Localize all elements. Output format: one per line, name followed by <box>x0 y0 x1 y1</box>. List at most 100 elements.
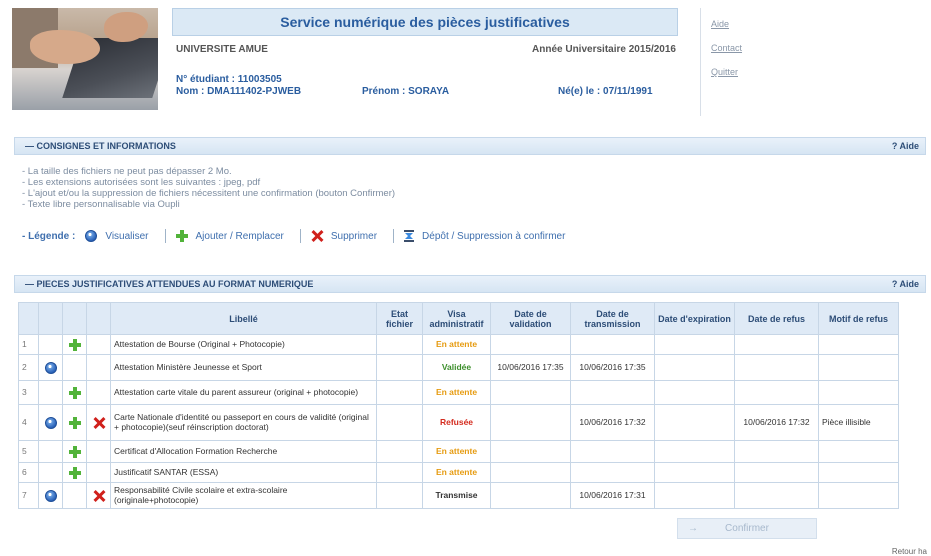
row-etat <box>376 354 423 381</box>
header-photo <box>12 8 158 110</box>
delete-cell <box>86 440 111 463</box>
aide-link[interactable]: Aide <box>711 14 922 38</box>
delete-icon[interactable] <box>93 417 105 429</box>
col-refus: Date de refus <box>734 302 819 335</box>
row-motif: Pièce illisible <box>818 404 899 441</box>
view-icon[interactable] <box>44 489 57 502</box>
table-header-row: Libellé Etat fichier Visa administratif … <box>18 302 899 335</box>
row-validation <box>490 462 571 483</box>
view-icon[interactable] <box>44 416 57 429</box>
add-cell <box>62 482 87 509</box>
consigne-line: - L'ajout et/ou la suppression de fichie… <box>22 188 396 199</box>
row-motif <box>818 380 899 405</box>
row-libelle: Justificatif SANTAR (ESSA) <box>110 462 377 483</box>
delete-cell <box>86 404 111 441</box>
consigne-line: - Texte libre personnalisable via Oupli <box>22 199 180 210</box>
add-icon[interactable] <box>68 338 81 351</box>
view-cell <box>38 462 63 483</box>
consignes-panel-header[interactable]: — CONSIGNES ET INFORMATIONS ? Aide <box>14 137 926 155</box>
legend-view-label: Visualiser <box>105 230 149 242</box>
row-transmission: 10/06/2016 17:31 <box>570 482 655 509</box>
col-view <box>38 302 63 335</box>
view-cell <box>38 482 63 509</box>
row-visa: En attente <box>422 334 491 355</box>
table-row: 5 Certificat d'Allocation Formation Reche… <box>18 440 899 463</box>
table-row: 2 Attestation Ministère Jeunesse et Sport… <box>18 354 899 381</box>
delete-icon[interactable] <box>93 490 105 502</box>
pieces-help[interactable]: ? Aide <box>892 279 919 289</box>
student-name: Nom : DMA111402-PJWEB <box>176 86 302 97</box>
row-etat <box>376 440 423 463</box>
quitter-link[interactable]: Quitter <box>711 62 922 86</box>
add-cell <box>62 380 87 405</box>
row-expiration <box>654 482 735 509</box>
col-expiration: Date d'expiration <box>654 302 735 335</box>
view-cell <box>38 440 63 463</box>
col-add <box>62 302 87 335</box>
delete-cell <box>86 462 111 483</box>
photo-hand <box>30 30 100 64</box>
table-row: 7 Responsabilité Civile scolaire et extra… <box>18 482 899 509</box>
add-icon[interactable] <box>68 466 81 479</box>
view-icon[interactable] <box>44 361 57 374</box>
legend-add-label: Ajouter / Remplacer <box>195 230 284 242</box>
add-icon[interactable] <box>68 445 81 458</box>
col-validation: Date de validation <box>490 302 571 335</box>
row-libelle: Attestation carte vitale du parent assur… <box>110 380 377 405</box>
row-visa: Transmise <box>422 482 491 509</box>
row-refus <box>734 334 819 355</box>
legend-delete-label: Supprimer <box>330 230 378 242</box>
row-transmission: 10/06/2016 17:35 <box>570 354 655 381</box>
consignes-help[interactable]: ? Aide <box>892 141 919 151</box>
row-visa: En attente <box>422 440 491 463</box>
legend: - Légende : Visualiser Ajouter / Remplac… <box>22 229 571 243</box>
table-row: 6 Justificatif SANTAR (ESSA) En attente <box>18 462 899 483</box>
col-libelle: Libellé <box>110 302 377 335</box>
row-number: 5 <box>18 440 39 463</box>
table-body: 1 Attestation de Bourse (Original + Photo… <box>18 334 899 509</box>
row-visa: En attente <box>422 462 491 483</box>
row-etat <box>376 482 423 509</box>
add-icon[interactable] <box>68 416 81 429</box>
row-transmission <box>570 462 655 483</box>
row-motif <box>818 482 899 509</box>
consignes-title[interactable]: — CONSIGNES ET INFORMATIONS <box>25 141 176 151</box>
row-expiration <box>654 380 735 405</box>
col-etat: Etat fichier <box>376 302 423 335</box>
contact-link[interactable]: Contact <box>711 38 922 62</box>
add-icon[interactable] <box>68 386 81 399</box>
row-motif <box>818 440 899 463</box>
row-validation <box>490 404 571 441</box>
consigne-line: - La taille des fichiers ne peut pas dép… <box>22 166 232 177</box>
row-libelle: Responsabilité Civile scolaire et extra-… <box>110 482 377 509</box>
confirm-button[interactable]: → Confirmer <box>677 518 817 539</box>
row-number: 7 <box>18 482 39 509</box>
col-visa: Visa administratif <box>422 302 491 335</box>
consignes-text: - La taille des fichiers ne peut pas dép… <box>22 166 395 210</box>
row-etat <box>376 462 423 483</box>
table-row: 1 Attestation de Bourse (Original + Photo… <box>18 334 899 355</box>
pieces-title[interactable]: — PIECES JUSTIFICATIVES ATTENDUES AU FOR… <box>25 279 313 289</box>
view-cell <box>38 404 63 441</box>
row-refus: 10/06/2016 17:32 <box>734 404 819 441</box>
student-first-name: Prénom : SORAYA <box>362 86 450 97</box>
legend-delete: Supprimer <box>311 230 377 242</box>
row-motif <box>818 334 899 355</box>
row-transmission: 10/06/2016 17:32 <box>570 404 655 441</box>
delete-cell <box>86 354 111 381</box>
row-etat <box>376 334 423 355</box>
visa-status: Refusée <box>439 416 474 427</box>
row-number: 4 <box>18 404 39 441</box>
back-link[interactable]: Retour ha <box>892 547 927 556</box>
row-refus <box>734 380 819 405</box>
legend-pending-label: Dépôt / Suppression à confirmer <box>422 230 566 242</box>
row-etat <box>376 380 423 405</box>
visa-status: En attente <box>435 466 478 477</box>
row-refus <box>734 482 819 509</box>
col-motif: Motif de refus <box>818 302 899 335</box>
visa-status: Transmise <box>435 489 478 500</box>
hourglass-icon <box>404 230 415 242</box>
add-cell <box>62 334 87 355</box>
student-number: N° étudiant : 11003505 <box>176 74 282 85</box>
pieces-panel-header[interactable]: — PIECES JUSTIFICATIVES ATTENDUES AU FOR… <box>14 275 926 293</box>
